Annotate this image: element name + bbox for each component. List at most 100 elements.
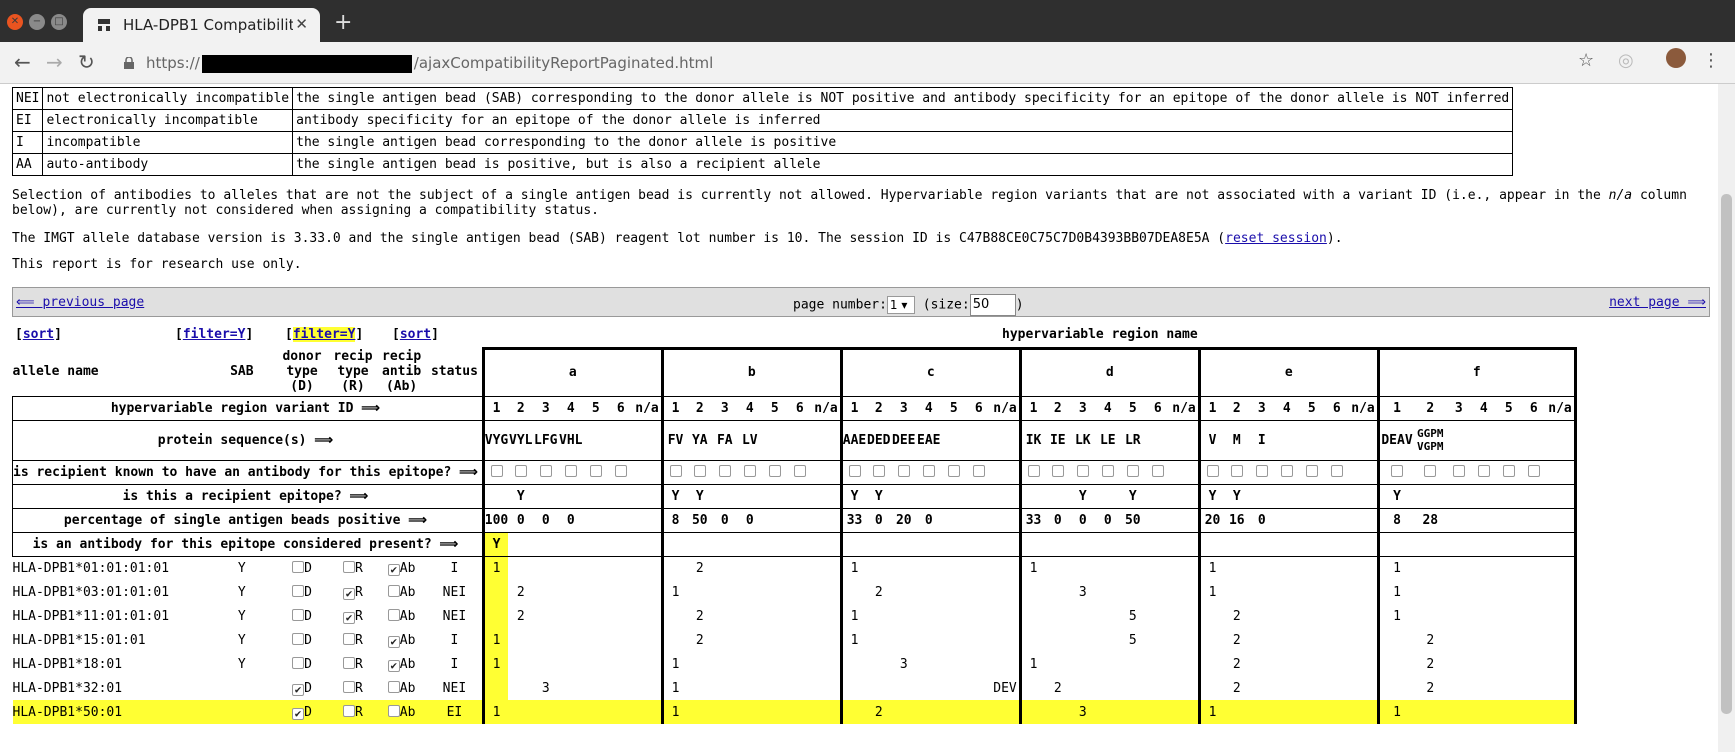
recipient-epitope-row-cell [712,483,738,509]
reload-icon[interactable]: ↻ [78,50,95,74]
allele-match-cell [1274,604,1299,628]
epitope-antibody-checkbox[interactable] [872,464,885,477]
close-window-button[interactable]: ✕ [7,14,23,30]
status-value: I [450,632,459,648]
page-size-input[interactable]: 50 [969,294,1016,316]
recip-antibody-checkbox[interactable] [387,608,400,621]
recip-antibody-checkbox[interactable]: ✔ [387,635,400,648]
allele-match-cell [1446,580,1471,604]
back-icon[interactable]: ← [14,50,31,74]
allele-match-cell [787,628,812,652]
epitope-antibody-checkbox[interactable] [793,464,806,477]
epitope-antibody-checkbox[interactable] [1477,464,1490,477]
epitope-antibody-checkbox[interactable] [539,464,552,477]
epitope-antibody-checkbox[interactable] [1424,464,1437,477]
epitope-antibody-checkbox[interactable] [1230,464,1243,477]
recip-antibody-checkbox[interactable]: ✔ [387,659,400,672]
protein-row-cell: LE [1095,419,1121,461]
epitope-antibody-checkbox[interactable] [1255,464,1268,477]
avatar[interactable] [1666,48,1686,68]
allele-match-cell [608,604,633,628]
epitope-antibody-checkbox[interactable] [1101,464,1114,477]
epitope-antibody-checkbox[interactable] [1280,464,1293,477]
recip-antibody-checkbox[interactable] [387,680,400,693]
address-bar[interactable]: https:// /ajaxCompatibilityReportPaginate… [116,47,1576,79]
epitope-antibody-checkbox[interactable] [514,464,527,477]
recip-type-checkbox[interactable] [343,632,356,645]
donor-type-checkbox[interactable]: ✔ [292,683,305,696]
known-antibody-row-cell [891,459,917,485]
epitope-antibody-checkbox[interactable] [1126,464,1139,477]
epitope-antibody-checkbox[interactable] [589,464,602,477]
tab-close-icon[interactable]: ✕ [295,15,308,33]
epitope-antibody-checkbox[interactable] [693,464,706,477]
browser-tab[interactable]: HLA-DPB1 Compatibility F ✕ [83,8,320,42]
menu-icon[interactable]: ⋮ [1702,50,1720,71]
recip-antibody-checkbox[interactable]: ✔ [387,563,400,576]
epitope-antibody-checkbox[interactable] [1391,464,1404,477]
epitope-antibody-checkbox[interactable] [1051,464,1064,477]
epitope-antibody-checkbox[interactable] [1206,464,1219,477]
recip-antibody-checkbox[interactable] [387,704,400,717]
donor-type-checkbox[interactable] [292,560,305,573]
epitope-antibody-checkbox[interactable] [848,464,861,477]
epitope-antibody-checkbox[interactable] [1151,464,1164,477]
donor-type-checkbox-cell: ✔ D [274,676,330,700]
vertical-scrollbar[interactable] [1718,84,1735,752]
scrollbar-thumb[interactable] [1721,194,1732,714]
epitope-antibody-checkbox[interactable] [743,464,756,477]
epitope-antibody-checkbox[interactable] [897,464,910,477]
donor-type-checkbox[interactable] [292,608,305,621]
bookmark-star-icon[interactable]: ☆ [1578,50,1594,71]
recip-type-checkbox[interactable]: ✔ [343,587,356,600]
allele-match-cell [558,628,583,652]
donor-type-checkbox[interactable] [292,632,305,645]
allele-match-cell [558,556,583,580]
percentage-row-cell: 20 [891,507,917,533]
allele-match-cell [941,652,966,676]
new-tab-button[interactable]: + [334,10,352,35]
allele-match-cell: 2 [1232,680,1241,696]
antibody-present-row-cell [1471,531,1497,557]
epitope-antibody-checkbox[interactable] [768,464,781,477]
epitope-antibody-checkbox[interactable] [1330,464,1343,477]
extension-icon[interactable]: ◎ [1618,50,1634,71]
epitope-antibody-checkbox[interactable] [564,464,577,477]
page-number-select[interactable]: 1 ▾ [886,296,915,314]
donor-type-checkbox[interactable] [292,584,305,597]
previous-page-link[interactable]: ⟸ previous page [16,295,144,310]
donor-type-checkbox-label: D [304,704,312,720]
known-antibody-row-cell [1324,459,1350,485]
epitope-antibody-checkbox[interactable] [972,464,985,477]
recip-type-checkbox-cell: ✔ R [330,604,376,628]
recip-type-checkbox[interactable] [343,680,356,693]
epitope-antibody-checkbox[interactable] [1502,464,1515,477]
epitope-antibody-checkbox[interactable] [490,464,503,477]
recip-type-checkbox[interactable] [343,560,356,573]
forward-icon[interactable]: → [46,50,63,74]
recip-type-checkbox[interactable] [343,704,356,717]
minimize-window-button[interactable]: − [29,14,45,30]
epitope-antibody-checkbox[interactable] [1076,464,1089,477]
donor-type-checkbox[interactable] [292,656,305,669]
recip-antibody-checkbox[interactable] [387,584,400,597]
epitope-antibody-checkbox[interactable] [947,464,960,477]
allele-match-cell [1521,676,1546,700]
epitope-antibody-checkbox[interactable] [669,464,682,477]
allele-match-cell [633,556,662,580]
protein-row-cell: VYG [481,419,509,461]
epitope-antibody-checkbox[interactable] [1305,464,1318,477]
reset-session-link[interactable]: reset session [1225,231,1327,246]
epitope-antibody-checkbox[interactable] [922,464,935,477]
sab-value: Y [237,656,246,672]
epitope-antibody-checkbox[interactable] [718,464,731,477]
recip-type-checkbox[interactable] [343,656,356,669]
epitope-antibody-checkbox[interactable] [1027,464,1040,477]
maximize-window-button[interactable]: □ [51,14,67,30]
epitope-antibody-checkbox[interactable] [1527,464,1540,477]
recip-type-checkbox[interactable]: ✔ [343,611,356,624]
donor-type-checkbox[interactable]: ✔ [292,707,305,720]
next-page-link[interactable]: next page ⟹ [1609,295,1706,310]
epitope-antibody-checkbox[interactable] [614,464,627,477]
epitope-antibody-checkbox[interactable] [1452,464,1465,477]
